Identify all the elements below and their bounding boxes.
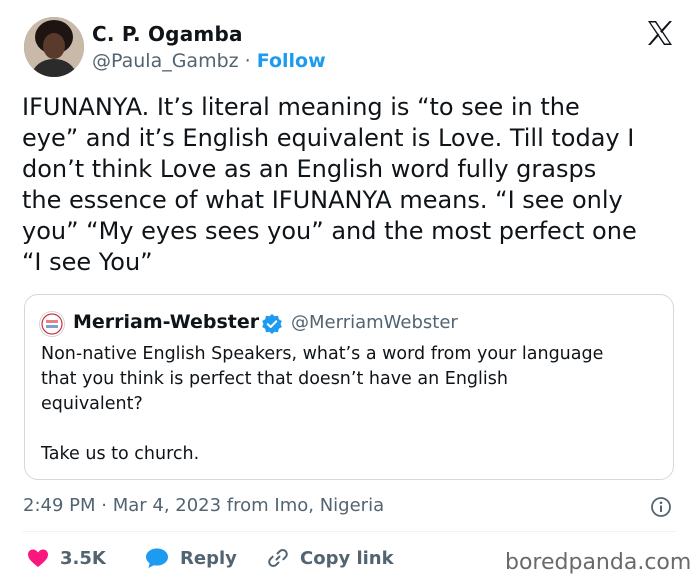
follow-button[interactable]: Follow <box>257 50 326 72</box>
separator-dot: · <box>244 50 251 72</box>
quoted-author-handle[interactable]: @MerriamWebster <box>291 312 458 333</box>
x-logo-icon[interactable] <box>645 18 675 48</box>
copy-link-button[interactable]: Copy link <box>266 540 394 576</box>
quoted-avatar[interactable] <box>39 311 65 337</box>
tweet-text: IFUNANYA. It’s literal meaning is “to se… <box>22 93 637 276</box>
author-line: @Paula_Gambz · Follow <box>92 50 326 72</box>
copy-link-label: Copy link <box>300 547 394 569</box>
like-count: 3.5K <box>60 547 106 569</box>
speech-bubble-icon <box>146 548 168 568</box>
reply-button[interactable]: Reply <box>144 540 237 576</box>
like-button[interactable]: 3.5K <box>26 540 106 576</box>
heart-icon <box>28 549 48 567</box>
avatar[interactable] <box>24 17 84 77</box>
tweet-card: C. P. Ogamba @Paula_Gambz · Follow IFUNA… <box>0 0 700 586</box>
quoted-tweet-text: Non-native English Speakers, what’s a wo… <box>41 344 604 464</box>
author-name[interactable]: C. P. Ogamba <box>92 22 243 46</box>
author-handle[interactable]: @Paula_Gambz <box>92 50 239 72</box>
reply-label: Reply <box>180 547 237 569</box>
divider <box>22 531 676 532</box>
timestamp[interactable]: 2:49 PM · Mar 4, 2023 from Imo, Nigeria <box>23 495 384 516</box>
link-icon <box>268 549 288 567</box>
watermark: boredpanda.com <box>505 550 692 575</box>
quoted-author-name[interactable]: Merriam-Webster <box>73 311 259 333</box>
quoted-tweet[interactable]: Merriam-Webster @MerriamWebster Non-nati… <box>24 294 674 480</box>
verified-badge-icon <box>262 314 282 334</box>
info-icon[interactable] <box>650 496 672 518</box>
